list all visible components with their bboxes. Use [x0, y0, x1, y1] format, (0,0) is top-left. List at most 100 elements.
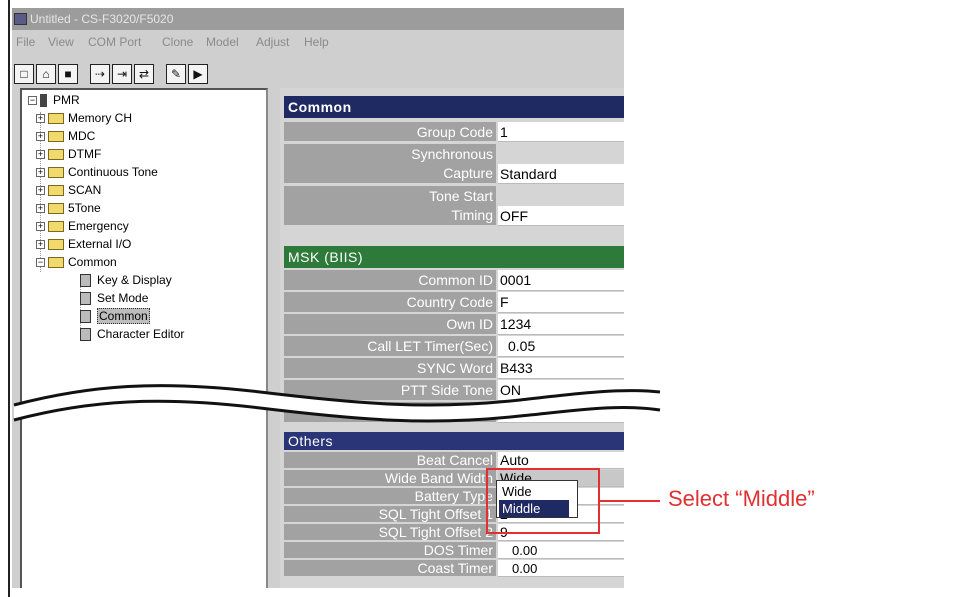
collapse-icon[interactable]: −: [36, 258, 45, 268]
row-label: Tone Start Timing: [284, 186, 496, 226]
expand-icon[interactable]: +: [36, 186, 45, 196]
row-call-let-timer[interactable]: Call LET Timer(Sec) 0.05: [284, 336, 624, 357]
row-value[interactable]: ON: [498, 380, 624, 401]
row-label: Wide Band Width: [284, 470, 496, 487]
folder-icon: [48, 113, 64, 125]
row-label: SQL Tight Offset 2: [284, 524, 496, 541]
menu-com-port[interactable]: COM Port: [88, 32, 141, 52]
row-ptt-side-tone[interactable]: PTT Side Tone ON: [284, 380, 624, 401]
tree-item-character-editor[interactable]: Character Editor: [80, 326, 184, 343]
row-label-line: Timing: [451, 207, 494, 223]
row-label: Synchronous Capture: [284, 144, 496, 184]
row-value[interactable]: B433: [498, 358, 624, 379]
row-value[interactable]: 0.00: [498, 542, 624, 559]
help-button[interactable]: ▶: [188, 64, 208, 84]
highlight-box: [486, 468, 600, 534]
new-button[interactable]: □: [14, 64, 34, 84]
menu-help[interactable]: Help: [304, 32, 329, 52]
row-value[interactable]: 1: [498, 122, 624, 142]
row-coast-timer[interactable]: Coast Timer 0.00: [284, 560, 624, 577]
adjust-button[interactable]: ✎: [166, 64, 186, 84]
tree-item-5tone[interactable]: +5Tone: [36, 200, 101, 217]
menu-adjust[interactable]: Adjust: [256, 32, 289, 52]
document-icon: [80, 292, 91, 306]
menu-view[interactable]: View: [48, 32, 74, 52]
expand-icon[interactable]: +: [36, 150, 45, 160]
tree-item-scan[interactable]: + SCAN: [36, 182, 101, 199]
section-header-common: Common: [284, 96, 624, 118]
document-icon: [80, 328, 91, 342]
tree-item-emergency[interactable]: + Emergency: [36, 218, 129, 235]
row-value[interactable]: 1234: [498, 314, 624, 335]
row-label: PTT Side Tone: [284, 380, 496, 401]
row-beat-cancel[interactable]: Beat Cancel Auto: [284, 452, 624, 469]
menu-bar: File View COM Port Clone Model Adjust He…: [12, 32, 624, 52]
tree-root[interactable]: − PMR: [28, 92, 80, 109]
tree-item-label: Character Editor: [97, 327, 185, 341]
tree-item-dtmf[interactable]: + DTMF: [36, 146, 101, 163]
menu-file[interactable]: File: [16, 32, 35, 52]
row-tone-start-timing[interactable]: Tone Start Timing OFF: [284, 186, 624, 226]
row-tx-end[interactable]: TX End OFF: [284, 402, 624, 423]
document-icon: [80, 310, 91, 324]
row-label: Own ID: [284, 314, 496, 335]
folder-icon: [48, 239, 64, 251]
tree-item-label-selected: Common: [97, 308, 150, 324]
row-group-code[interactable]: Group Code 1: [284, 122, 624, 142]
row-label: Common ID: [284, 270, 496, 291]
row-dos-timer[interactable]: DOS Timer 0.00: [284, 542, 624, 559]
clone-button[interactable]: ⇄: [134, 64, 154, 84]
tree-root-label: PMR: [53, 93, 80, 107]
expand-icon[interactable]: +: [36, 114, 45, 124]
tree-item-common-page[interactable]: Common: [80, 308, 150, 325]
row-own-id[interactable]: Own ID 1234: [284, 314, 624, 335]
row-label-line: Synchronous: [411, 146, 493, 162]
expand-icon[interactable]: +: [36, 168, 45, 178]
row-label-line: Tone Start: [429, 188, 493, 204]
row-value[interactable]: Standard: [498, 164, 624, 184]
tree-item-continuous-tone[interactable]: + Continuous Tone: [36, 164, 158, 181]
row-value[interactable]: OFF: [498, 206, 624, 226]
write-to-radio-button[interactable]: ⇥: [112, 64, 132, 84]
row-synchronous-capture[interactable]: Synchronous Capture Standard: [284, 144, 624, 184]
row-label: Group Code: [284, 122, 496, 142]
read-from-radio-button[interactable]: ⇢: [90, 64, 110, 84]
row-value[interactable]: 0.00: [498, 560, 624, 577]
row-value[interactable]: Auto: [498, 452, 624, 469]
expand-icon[interactable]: +: [36, 132, 45, 142]
row-value[interactable]: OFF: [498, 402, 624, 423]
expand-icon[interactable]: +: [36, 240, 45, 250]
callout-line: [600, 500, 660, 502]
row-value[interactable]: 0.05: [498, 336, 624, 357]
tree-item-key-display[interactable]: Key & Display: [80, 272, 172, 289]
tree-item-set-mode[interactable]: Set Mode: [80, 290, 148, 307]
menu-model[interactable]: Model: [206, 32, 239, 52]
row-common-id[interactable]: Common ID 0001: [284, 270, 624, 291]
tree-item-external-io[interactable]: + External I/O: [36, 236, 131, 253]
menu-clone[interactable]: Clone: [162, 32, 193, 52]
tree-item-label: Emergency: [68, 219, 129, 233]
document-icon: [80, 274, 91, 288]
open-button[interactable]: ⌂: [36, 64, 56, 84]
tree-item-mdc[interactable]: + MDC: [36, 128, 95, 145]
tree-item-common[interactable]: − Common: [36, 254, 117, 271]
row-country-code[interactable]: Country Code F: [284, 292, 624, 313]
section-header-others: Others: [284, 432, 624, 450]
expand-icon[interactable]: +: [36, 222, 45, 232]
row-sync-word[interactable]: SYNC Word B433: [284, 358, 624, 379]
row-label: SQL Tight Offset 1: [284, 506, 496, 523]
radio-icon: [40, 94, 47, 108]
tree-item-memory-ch[interactable]: + Memory CH: [36, 110, 132, 127]
row-label: Beat Cancel: [284, 452, 496, 469]
row-label: DOS Timer: [284, 542, 496, 559]
open-folder-icon: [48, 257, 64, 269]
expand-icon[interactable]: +: [36, 204, 45, 214]
save-button[interactable]: ■: [58, 64, 78, 84]
row-value[interactable]: F: [498, 292, 624, 313]
row-label-line: Capture: [443, 165, 493, 181]
folder-icon: [48, 149, 64, 161]
row-value[interactable]: 0001: [498, 270, 624, 291]
collapse-icon[interactable]: −: [28, 96, 37, 106]
tree-item-label: Continuous Tone: [68, 165, 158, 179]
tree-item-label: SCAN: [68, 183, 102, 197]
